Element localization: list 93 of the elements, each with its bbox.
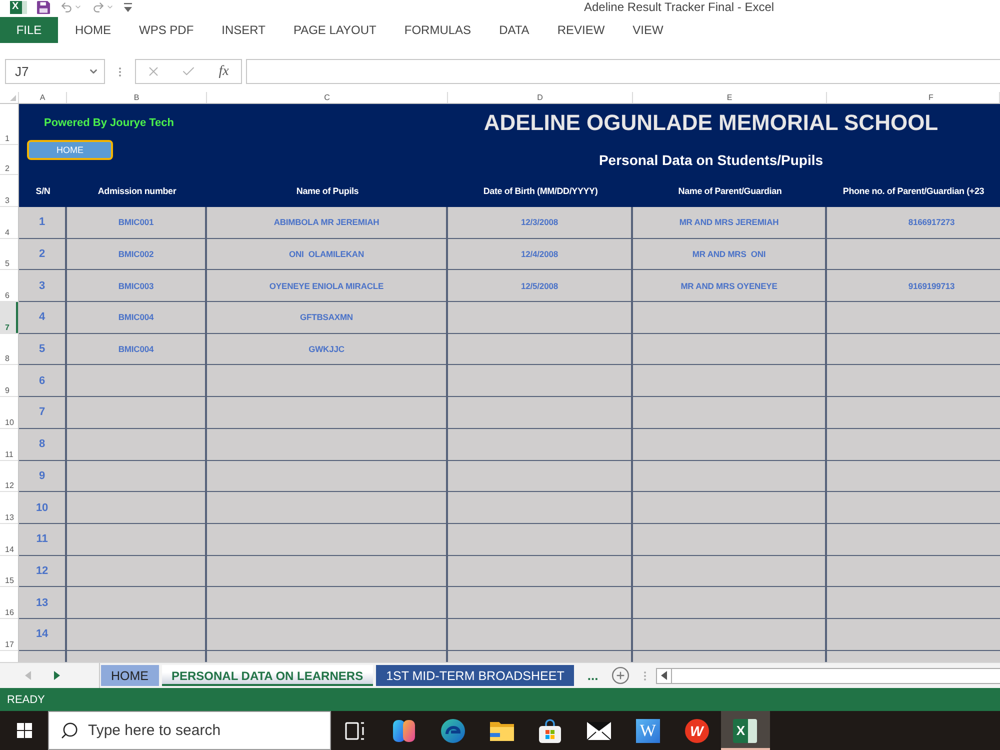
column-letter[interactable]: C [207,92,448,103]
formula-input-field[interactable] [246,59,1000,84]
column-letter[interactable]: D [448,92,633,103]
table-cell: 6 [19,365,67,398]
table-cell: 8 [19,428,67,460]
window-title: Adeline Result Tracker Final - Excel [584,0,774,14]
customize-icon[interactable] [124,2,132,12]
table-cell: GWKJJC [207,334,448,366]
edge-browser-icon[interactable] [440,718,465,742]
row-header[interactable]: 7 [0,302,18,334]
sheet-subtitle: Personal Data on Students/Pupils [598,152,824,168]
table-cell: GFTBSAXMN [207,302,448,334]
table-cell: MR AND MRS OYENEYE [633,270,827,302]
spreadsheet-app-icon[interactable]: X [733,718,758,742]
column-heading: Name of Parent/Guardian [677,185,783,198]
table-cell: 12/3/2008 [448,207,633,239]
table-cell: 9169199713 [827,270,1000,302]
ribbon-tab[interactable]: WPS PDF [125,17,208,43]
office-app-icon[interactable]: W [684,718,709,742]
table-cell: 12/5/2008 [448,270,633,302]
table-cell: 4 [19,302,67,334]
table-cell: 13 [19,587,67,619]
taskbar-button[interactable]: W [672,711,721,750]
table-cell: BMIC004 [67,302,207,334]
sheet-tab[interactable]: HOME [101,665,158,686]
search-icon [60,721,79,740]
ribbon-tab[interactable]: REVIEW [543,17,619,43]
ribbon-tab[interactable]: DATA [485,17,544,43]
redo-button[interactable] [92,0,114,14]
spreadsheet-app-icon: X [10,0,27,14]
row-header[interactable]: 12 [0,460,18,492]
table-cell: MR AND MRS ONI [633,238,827,270]
column-letter[interactable]: B [67,92,207,103]
table-cell: 3 [19,270,67,302]
column-heading: Admission number [96,185,178,198]
table-cell: BMIC004 [67,334,207,366]
name-box[interactable]: J7 [5,59,105,84]
undo-icon[interactable] [60,0,73,14]
table-cell: 8166917273 [827,207,1000,239]
row-header[interactable]: 5 [0,238,18,270]
undo-button[interactable] [60,0,82,14]
scroll-right-icon[interactable] [54,671,60,680]
ribbon-tab[interactable]: VIEW [618,17,678,43]
column-letter[interactable]: E [633,92,827,103]
table-cell: 5 [19,334,67,366]
folder-icon[interactable] [490,720,514,740]
table-cell: 11 [19,524,67,556]
redo-icon[interactable] [92,0,105,14]
ribbon-tab[interactable]: PAGE LAYOUT [279,17,390,43]
table-cell: 12 [19,556,67,588]
table-cell: 10 [19,492,67,524]
row-header[interactable]: 15 [0,556,18,588]
ribbon-tab[interactable]: INSERT [208,17,280,43]
column-heading: Phone no. of Parent/Guardian (+23 [842,185,986,198]
table-cell: MR AND MRS JEREMIAH [633,207,827,239]
search-field[interactable]: Type here to search [48,711,331,750]
table-cell: BMIC001 [67,207,207,239]
save-icon[interactable] [37,0,50,14]
column-heading: Date of Birth (MM/DD/YYYY) [482,185,599,198]
sheet-tab[interactable]: 1ST MID-TERM BROADSHEET [376,665,574,686]
table-cell: 1 [19,207,67,239]
column-letter[interactable]: A [19,92,67,103]
column-letter[interactable]: F [827,92,1000,103]
taskbar-button[interactable]: X [721,711,770,750]
ribbon-tab[interactable]: FORMULAS [390,17,486,43]
horizontal-scrollbar[interactable] [656,668,1000,684]
task-view-icon[interactable] [345,722,366,740]
store-bag-icon[interactable] [539,718,562,742]
windows-logo-icon[interactable] [16,723,32,738]
column-heading: S/N [34,185,52,198]
table-cell: BMIC002 [67,238,207,270]
table-cell: OYENEYE ENIOLA MIRACLE [207,270,448,302]
school-title: ADELINE OGUNLADE MEMORIAL SCHOOL [484,110,938,135]
table-cell: 7 [19,397,67,429]
sheet-tab[interactable]: PERSONAL DATA ON LEARNERS [162,665,374,686]
table-cell: 2 [19,238,67,270]
table-cell: ONI OLAMILEKAN [207,238,448,270]
column-heading: Name of Pupils [295,185,360,198]
table-cell: 14 [19,618,67,651]
credit-text: Powered By Jourye Tech [44,117,174,130]
table-cell: ABIMBOLA MR JEREMIAH [207,207,448,239]
envelope-icon[interactable] [587,722,612,740]
table-cell: 9 [19,460,67,492]
table-cell: BMIC003 [67,270,207,302]
copilot-icon[interactable] [392,720,416,742]
insert-function-button[interactable]: fx [216,64,231,80]
file-menu-button[interactable]: FILE [0,17,58,43]
ribbon-tab[interactable]: HOME [61,17,125,43]
status-text: READY [7,694,45,706]
add-sheet-icon[interactable] [611,666,630,685]
scroll-left-icon[interactable] [661,671,668,680]
table-cell: 12/4/2008 [448,238,633,270]
more-sheets-button[interactable]: ... [584,668,602,683]
